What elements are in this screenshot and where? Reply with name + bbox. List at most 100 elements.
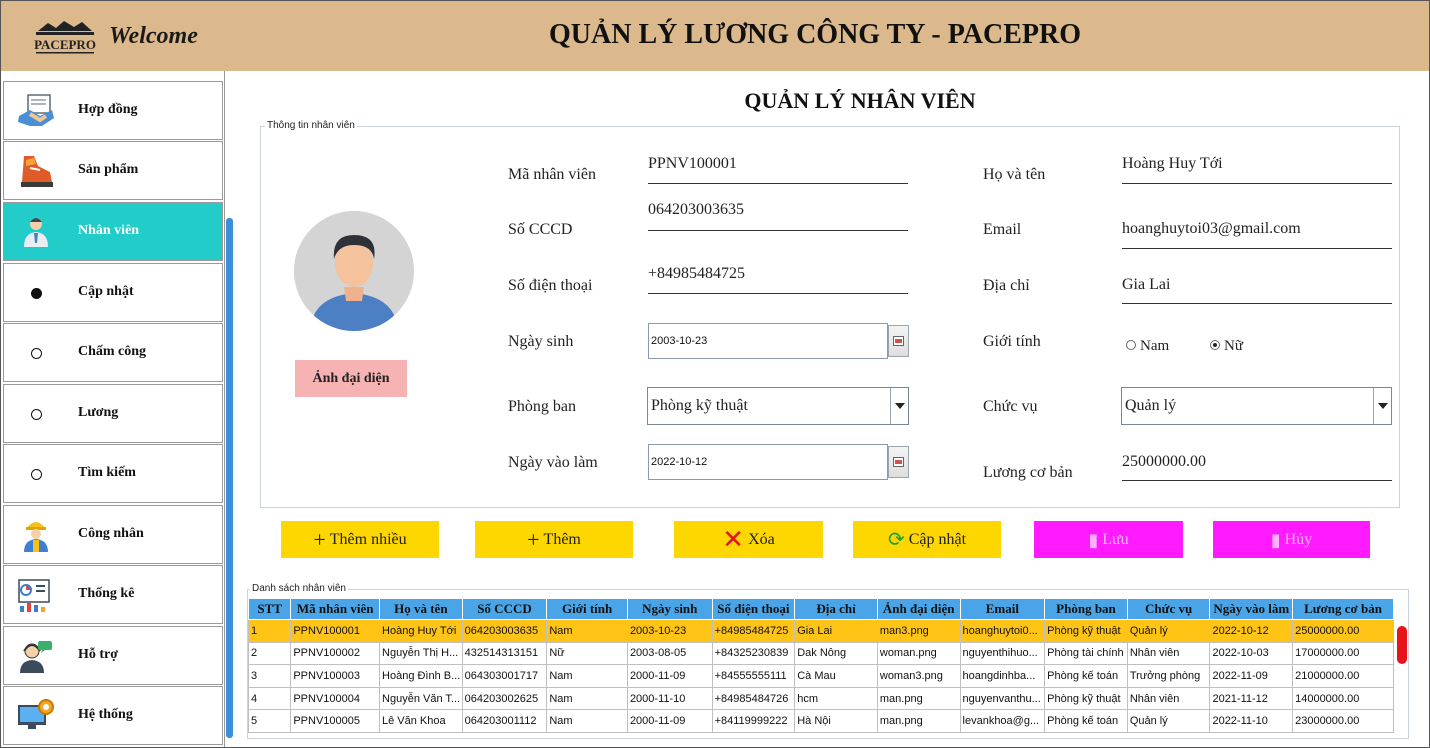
base-salary-underline bbox=[1122, 480, 1392, 481]
table-cell: 064303001717 bbox=[461, 664, 548, 688]
refresh-icon: ⟳ bbox=[887, 529, 905, 552]
column-header[interactable]: Phòng ban bbox=[1044, 598, 1128, 620]
bullet-empty-icon bbox=[31, 469, 42, 480]
table-cell: Hà Nội bbox=[794, 709, 878, 733]
radio-selected-icon bbox=[1210, 340, 1220, 350]
email-field[interactable]: hoanghuytoi03@gmail.com bbox=[1122, 220, 1301, 238]
sidebar-item-nhan-vien[interactable]: Nhân viên bbox=[3, 202, 223, 261]
column-header[interactable]: Email bbox=[959, 598, 1046, 620]
table-cell: Nữ bbox=[546, 641, 628, 666]
table-row[interactable]: 4 PPNV100004 Nguyễn Văn T... 064203002625 Na… bbox=[247, 686, 1394, 711]
header-bar: PACEPRO Welcome QUẢN LÝ LƯƠNG CÔNG TY - … bbox=[1, 1, 1429, 71]
sidebar-item-label: Hệ thống bbox=[78, 707, 133, 722]
worker-icon bbox=[24, 522, 48, 552]
sidebar-item-label: Cập nhật bbox=[78, 284, 134, 299]
employee-table: STT Mã nhân viên Họ và tên Số CCCD Giới … bbox=[247, 598, 1394, 733]
avatar-upload-button[interactable]: Ảnh đại diện bbox=[295, 360, 407, 397]
start-date-input[interactable]: 2022-10-12 bbox=[648, 444, 888, 480]
column-header[interactable]: Chức vụ bbox=[1126, 598, 1211, 620]
column-header[interactable]: STT bbox=[247, 598, 292, 620]
column-header[interactable]: Ngày sinh bbox=[626, 598, 713, 620]
cccd-field[interactable]: 064203003635 bbox=[648, 201, 744, 219]
position-select[interactable]: Quản lý bbox=[1121, 387, 1392, 425]
sidebar-item-thong-ke[interactable]: Thống kê bbox=[3, 565, 223, 624]
table-cell: Quản lý bbox=[1126, 619, 1211, 643]
sidebar-item-luong[interactable]: Lương bbox=[3, 384, 223, 443]
chevron-down-icon[interactable] bbox=[890, 388, 908, 424]
email-underline bbox=[1122, 248, 1392, 249]
chevron-down-icon[interactable] bbox=[1373, 388, 1391, 424]
table-cell: 2022-11-09 bbox=[1209, 664, 1294, 688]
column-header[interactable]: Họ và tên bbox=[379, 598, 463, 620]
gender-option-label: Nữ bbox=[1224, 338, 1243, 354]
add-button[interactable]: + Thêm bbox=[475, 521, 633, 558]
department-select[interactable]: Phòng kỹ thuật bbox=[647, 387, 909, 425]
sidebar-item-san-pham[interactable]: Sản phẩm bbox=[3, 141, 223, 200]
delete-button[interactable]: ✕ Xóa bbox=[674, 521, 823, 558]
fullname-field[interactable]: Hoàng Huy Tới bbox=[1122, 155, 1223, 173]
base-salary-label: Lương cơ bản bbox=[983, 464, 1073, 481]
sidebar-item-cong-nhan[interactable]: Công nhân bbox=[3, 505, 223, 564]
add-many-button[interactable]: + Thêm nhiều bbox=[281, 521, 439, 558]
calendar-icon bbox=[893, 457, 904, 467]
table-cell: levankhoa@g... bbox=[959, 709, 1046, 733]
table-cell: 21000000.00 bbox=[1292, 664, 1394, 688]
sidebar-scrollbar[interactable] bbox=[226, 218, 233, 738]
column-header[interactable]: Số điện thoại bbox=[711, 598, 796, 620]
table-cell: +84119999222 bbox=[711, 709, 796, 733]
start-date-calendar-button[interactable] bbox=[888, 446, 909, 478]
sidebar-item-tim-kiem[interactable]: Tìm kiếm bbox=[3, 444, 223, 503]
table-header-row: STT Mã nhân viên Họ và tên Số CCCD Giới … bbox=[247, 598, 1394, 620]
gender-radio-nam[interactable]: Nam bbox=[1126, 338, 1169, 355]
save-label: Lưu bbox=[1102, 531, 1129, 548]
contract-handshake-icon bbox=[18, 94, 54, 126]
sidebar-item-label: Thống kê bbox=[78, 586, 135, 601]
sidebar-item-hop-dong[interactable]: Hợp đồng bbox=[3, 81, 223, 140]
address-field[interactable]: Gia Lai bbox=[1122, 276, 1170, 294]
column-header[interactable]: Lương cơ bản bbox=[1292, 598, 1394, 620]
table-row[interactable]: 1 PPNV100001 Hoàng Huy Tới 064203003635 Nam 2… bbox=[247, 619, 1394, 643]
position-selected-value: Quản lý bbox=[1125, 397, 1177, 414]
sidebar-item-he-thong[interactable]: Hệ thống bbox=[3, 686, 223, 745]
column-header[interactable]: Mã nhân viên bbox=[290, 598, 381, 620]
birthdate-label: Ngày sinh bbox=[508, 333, 574, 350]
phone-field[interactable]: +84985484725 bbox=[648, 265, 745, 283]
employee-id-field[interactable]: PPNV100001 bbox=[648, 155, 737, 173]
table-scrollbar[interactable] bbox=[1397, 626, 1407, 664]
table-cell: 2 bbox=[247, 641, 292, 666]
base-salary-field[interactable]: 25000000.00 bbox=[1122, 453, 1206, 471]
sidebar-item-cap-nhat[interactable]: Cập nhật bbox=[3, 263, 223, 322]
table-cell: Phòng kỹ thuật bbox=[1044, 619, 1128, 643]
sidebar-item-label: Hợp đồng bbox=[78, 102, 138, 117]
table-cell: Phòng kế toán bbox=[1044, 709, 1128, 733]
sidebar-item-cham-cong[interactable]: Chấm công bbox=[3, 323, 223, 382]
column-header[interactable]: Địa chỉ bbox=[794, 598, 878, 620]
table-cell: woman3.png bbox=[876, 664, 961, 688]
address-label: Địa chỉ bbox=[983, 277, 1030, 294]
sidebar-item-label: Nhân viên bbox=[78, 223, 140, 238]
table-cell: 064203003635 bbox=[461, 619, 548, 643]
save-button[interactable]: ▮ Lưu bbox=[1034, 521, 1183, 558]
column-header[interactable]: Giới tính bbox=[546, 598, 628, 620]
table-cell: PPNV100001 bbox=[290, 619, 381, 643]
sidebar-item-label: Công nhân bbox=[78, 526, 144, 541]
table-row[interactable]: 3 PPNV100003 Hoàng Đình B... 064303001717 Na… bbox=[247, 664, 1394, 688]
cancel-button[interactable]: ▮ Hủy bbox=[1213, 521, 1370, 558]
cccd-underline bbox=[648, 230, 908, 231]
birthdate-input[interactable]: 2003-10-23 bbox=[648, 323, 888, 359]
statistics-icon bbox=[18, 579, 50, 612]
column-header[interactable]: Ảnh đại diện bbox=[876, 598, 961, 620]
cccd-label: Số CCCD bbox=[508, 221, 573, 238]
gender-radio-nu[interactable]: Nữ bbox=[1210, 338, 1243, 355]
table-row[interactable]: 2 PPNV100002 Nguyễn Thị H... 432514313151 Nữ… bbox=[247, 641, 1394, 666]
fullname-label: Họ và tên bbox=[983, 166, 1046, 183]
column-header[interactable]: Số CCCD bbox=[461, 598, 548, 620]
birthdate-calendar-button[interactable] bbox=[888, 325, 909, 357]
update-button[interactable]: ⟳ Cập nhật bbox=[853, 521, 1001, 558]
column-header[interactable]: Ngày vào làm bbox=[1209, 598, 1294, 620]
avatar-icon bbox=[294, 211, 414, 331]
table-row[interactable]: 5 PPNV100005 Lê Văn Khoa 064203001112 Nam 200… bbox=[247, 709, 1394, 733]
table-cell: Nam bbox=[546, 619, 628, 643]
sidebar-item-ho-tro[interactable]: Hỗ trợ bbox=[3, 626, 223, 685]
table-cell: hoangdinhba... bbox=[959, 664, 1046, 688]
